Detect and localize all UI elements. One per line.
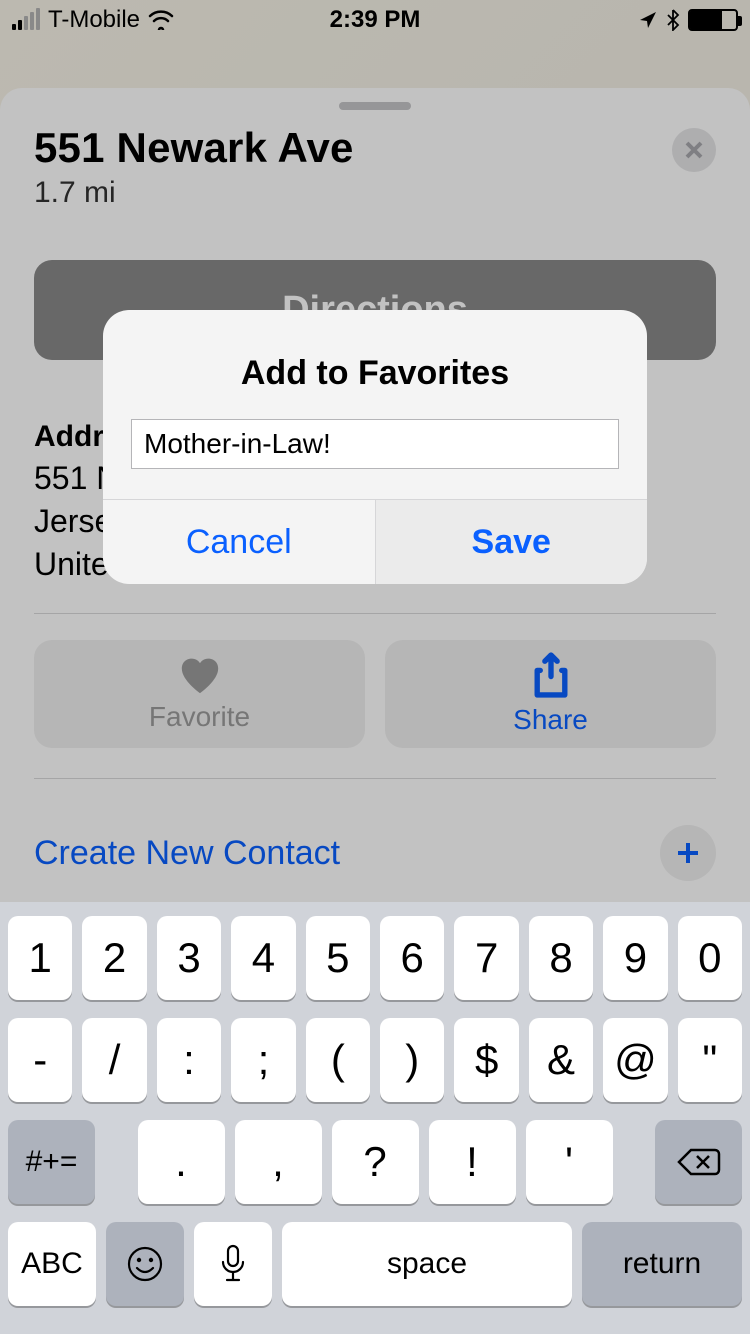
key-period[interactable]: . xyxy=(138,1120,225,1204)
mic-icon xyxy=(220,1244,246,1284)
key-8[interactable]: 8 xyxy=(529,916,593,1000)
add-favorite-alert: Add to Favorites Cancel Save xyxy=(103,310,647,584)
key-symbols[interactable]: #+= xyxy=(8,1120,95,1204)
key-semicolon[interactable]: ; xyxy=(231,1018,295,1102)
key-question[interactable]: ? xyxy=(332,1120,419,1204)
key-exclaim[interactable]: ! xyxy=(429,1120,516,1204)
key-slash[interactable]: / xyxy=(82,1018,146,1102)
favorite-name-input[interactable] xyxy=(144,428,606,460)
backspace-icon xyxy=(677,1146,721,1178)
key-colon[interactable]: : xyxy=(157,1018,221,1102)
key-dash[interactable]: - xyxy=(8,1018,72,1102)
key-9[interactable]: 9 xyxy=(603,916,667,1000)
key-backspace[interactable] xyxy=(655,1120,742,1204)
key-emoji[interactable] xyxy=(106,1222,184,1306)
key-0[interactable]: 0 xyxy=(678,916,742,1000)
key-abc[interactable]: ABC xyxy=(8,1222,96,1306)
cancel-button[interactable]: Cancel xyxy=(103,500,375,584)
key-apostrophe[interactable]: ' xyxy=(526,1120,613,1204)
key-dictate[interactable] xyxy=(194,1222,272,1306)
key-5[interactable]: 5 xyxy=(306,916,370,1000)
key-open-paren[interactable]: ( xyxy=(306,1018,370,1102)
key-at[interactable]: @ xyxy=(603,1018,667,1102)
save-label: Save xyxy=(472,523,551,562)
key-dollar[interactable]: $ xyxy=(454,1018,518,1102)
cancel-label: Cancel xyxy=(186,523,292,562)
key-4[interactable]: 4 xyxy=(231,916,295,1000)
key-1[interactable]: 1 xyxy=(8,916,72,1000)
key-2[interactable]: 2 xyxy=(82,916,146,1000)
key-comma[interactable]: , xyxy=(235,1120,322,1204)
key-ampersand[interactable]: & xyxy=(529,1018,593,1102)
key-6[interactable]: 6 xyxy=(380,916,444,1000)
keyboard: 1 2 3 4 5 6 7 8 9 0 - / : ; ( ) $ & @ " … xyxy=(0,902,750,1334)
alert-title: Add to Favorites xyxy=(103,310,647,419)
key-return[interactable]: return xyxy=(582,1222,742,1306)
key-space[interactable]: space xyxy=(282,1222,572,1306)
key-7[interactable]: 7 xyxy=(454,916,518,1000)
favorite-name-input-wrapper[interactable] xyxy=(131,419,619,469)
key-close-paren[interactable]: ) xyxy=(380,1018,444,1102)
key-quote[interactable]: " xyxy=(678,1018,742,1102)
emoji-icon xyxy=(126,1245,164,1283)
key-3[interactable]: 3 xyxy=(157,916,221,1000)
save-button[interactable]: Save xyxy=(375,500,648,584)
